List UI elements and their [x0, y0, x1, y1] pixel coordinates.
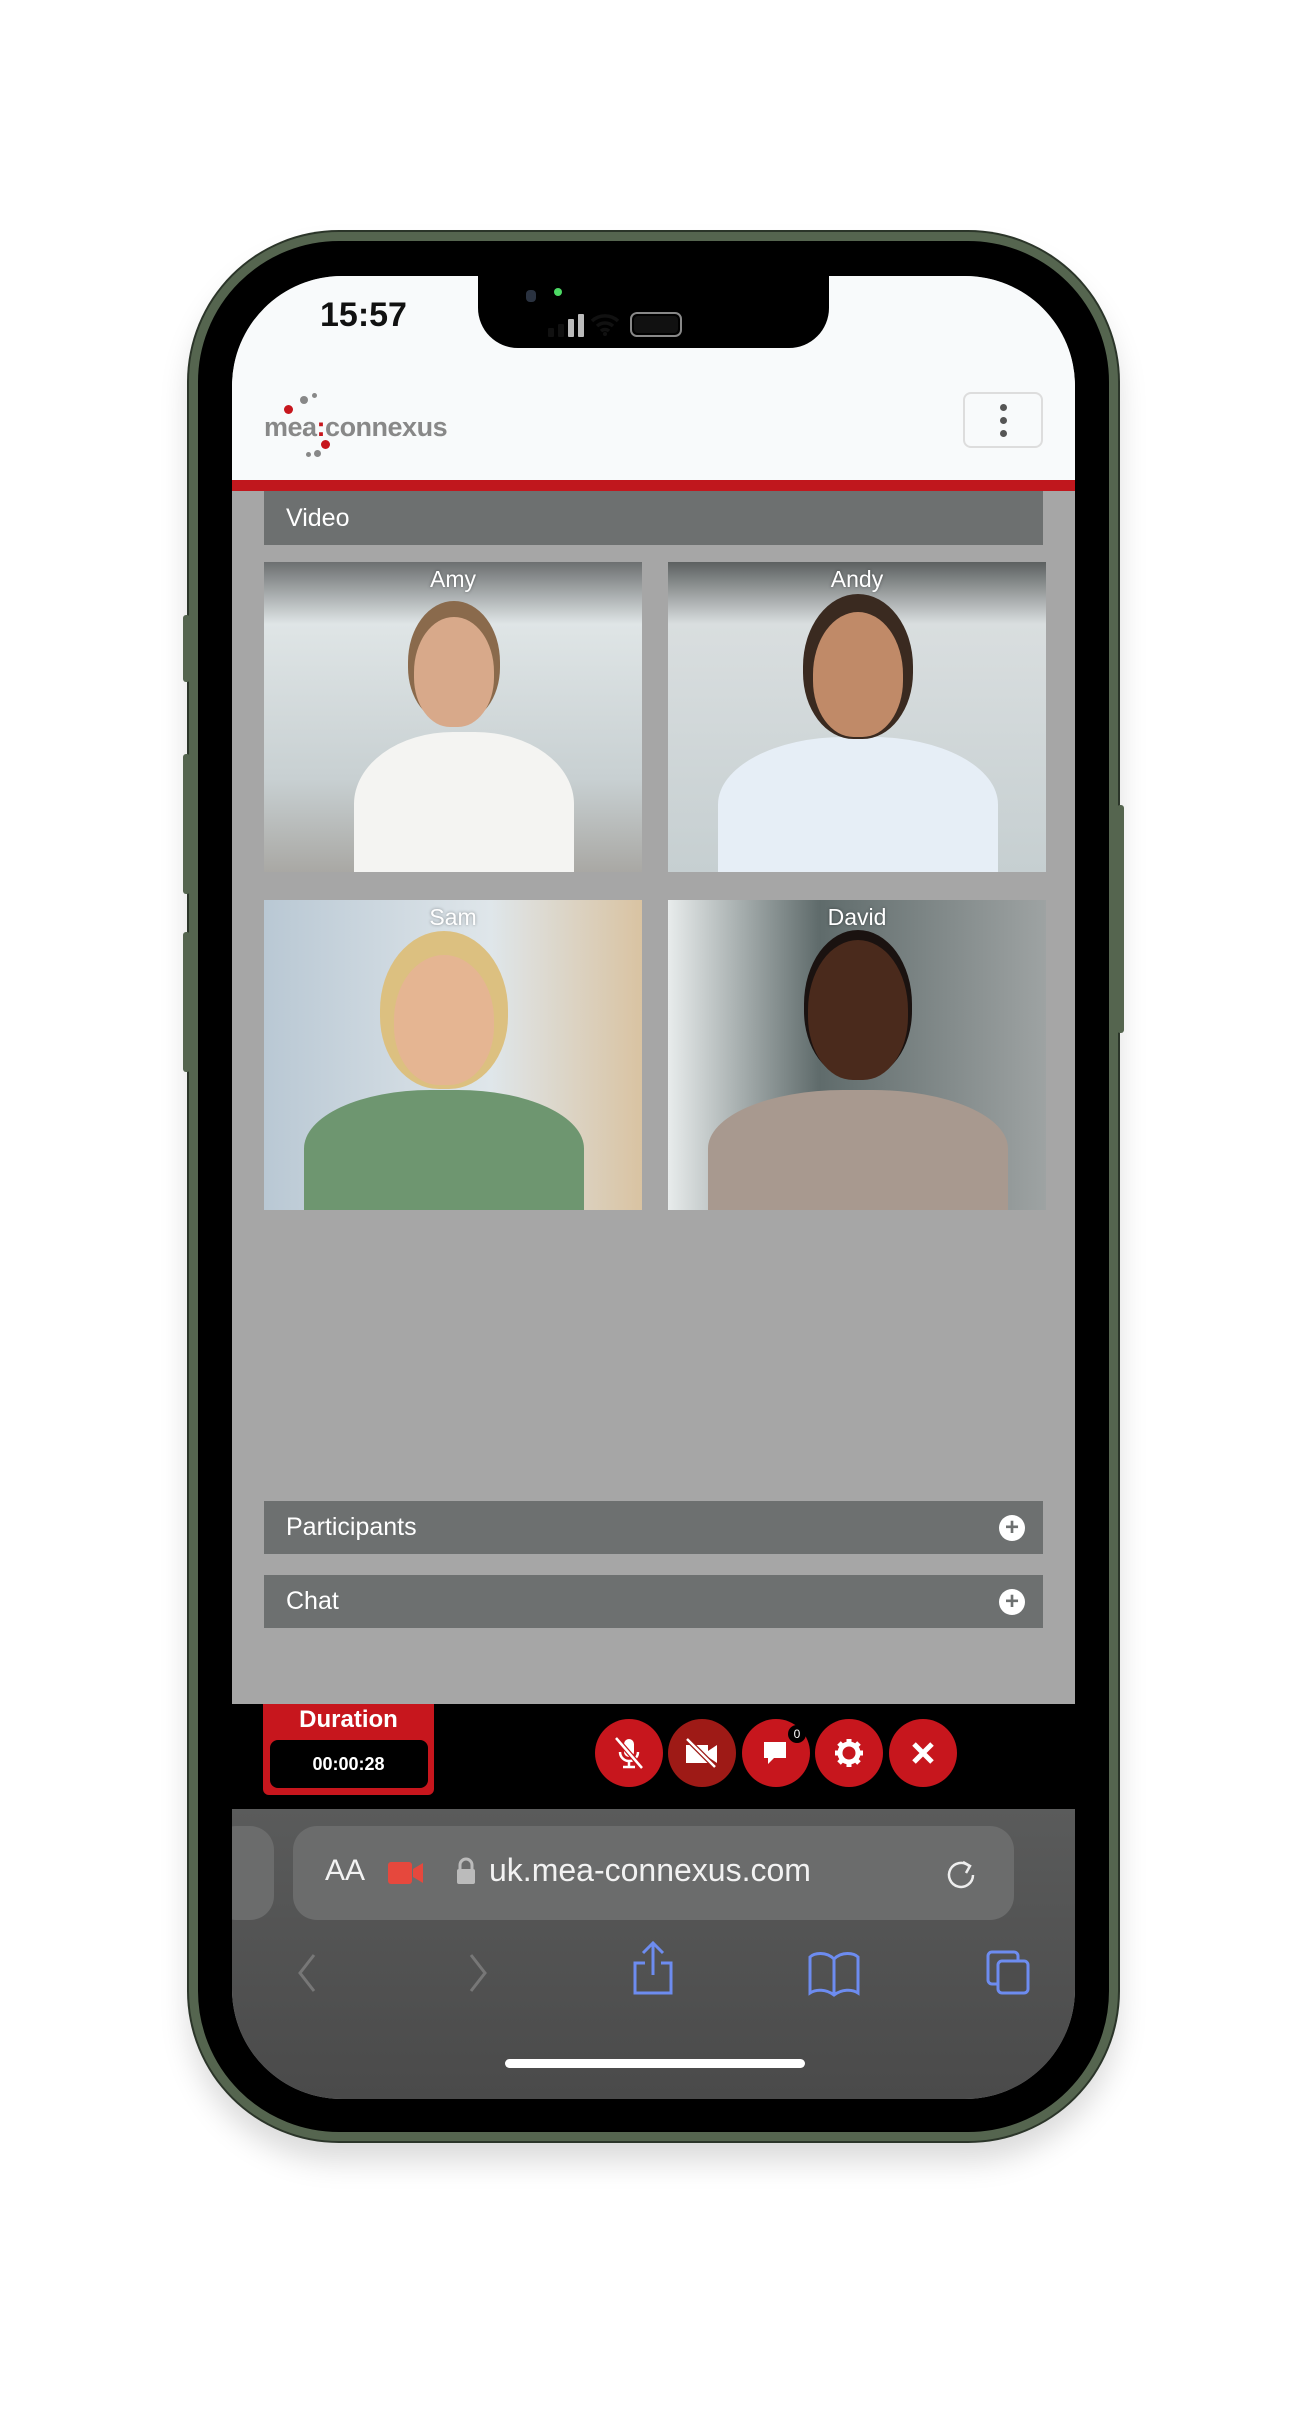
- settings-button[interactable]: [815, 1719, 883, 1787]
- duration-value: 00:00:28: [269, 1740, 428, 1788]
- video-tile-amy[interactable]: Amy: [264, 562, 642, 872]
- lock-icon: [457, 1857, 475, 1884]
- reload-icon[interactable]: [943, 1856, 979, 1892]
- chat-badge: 0: [788, 1725, 806, 1743]
- power-button: [1117, 805, 1124, 1033]
- camera-indicator: [554, 288, 562, 296]
- chat-icon: [764, 1742, 786, 1764]
- text-size-button[interactable]: AA: [325, 1854, 365, 1888]
- call-controls-bar: Duration 00:00:28 0: [232, 1704, 1075, 1809]
- participant-name: Sam: [429, 904, 477, 930]
- camera-off-icon: [685, 1737, 717, 1769]
- screen: 15:57 mea:connexus Video Amy Andy Sam Da…: [232, 276, 1075, 2099]
- mute-switch: [183, 615, 190, 682]
- share-icon[interactable]: [629, 1941, 677, 1997]
- duration-box: Duration 00:00:28: [263, 1704, 434, 1795]
- address-bar[interactable]: AA uk.mea-connexus.com: [293, 1826, 1014, 1920]
- expand-plus-icon[interactable]: +: [999, 1588, 1025, 1615]
- video-tile-david[interactable]: David: [668, 900, 1046, 1210]
- settings-icon: [835, 1739, 863, 1767]
- end-call-button[interactable]: [889, 1719, 957, 1787]
- status-time: 15:57: [320, 296, 407, 334]
- expand-plus-icon[interactable]: +: [999, 1514, 1025, 1541]
- participant-name: David: [827, 904, 887, 930]
- battery-icon: [630, 312, 682, 337]
- brand-divider: [232, 480, 1075, 491]
- video-section-header: Video: [264, 491, 1043, 545]
- duration-label: Duration: [299, 1706, 398, 1733]
- chat-label: Chat: [286, 1587, 339, 1615]
- previous-tab-pill[interactable]: [232, 1826, 274, 1920]
- participants-label: Participants: [286, 1513, 417, 1541]
- chat-panel-header[interactable]: Chat +: [264, 1575, 1043, 1628]
- browser-chrome: AA uk.mea-connexus.com: [232, 1809, 1075, 2099]
- url-text: uk.mea-connexus.com: [489, 1852, 811, 1888]
- signal-icon: [548, 314, 584, 337]
- tabs-icon[interactable]: [985, 1949, 1033, 1997]
- home-indicator: [505, 2059, 805, 2068]
- chat-button[interactable]: 0: [742, 1719, 810, 1787]
- video-title: Video: [286, 503, 350, 532]
- video-tile-sam[interactable]: Sam: [264, 900, 642, 1210]
- participants-panel-header[interactable]: Participants +: [264, 1501, 1043, 1554]
- app-header: 15:57 mea:connexus: [232, 276, 1075, 480]
- bookmarks-icon[interactable]: [806, 1949, 862, 1997]
- participant-name: Amy: [430, 566, 476, 592]
- mic-muted-icon: [614, 1736, 644, 1770]
- wifi-icon: [590, 314, 620, 336]
- camera-toggle-button[interactable]: [668, 1719, 736, 1787]
- back-icon[interactable]: [284, 1949, 332, 1997]
- mute-mic-button[interactable]: [595, 1719, 663, 1787]
- close-icon: [912, 1742, 934, 1764]
- forward-icon[interactable]: [453, 1949, 501, 1997]
- logo: mea:connexus: [264, 388, 484, 458]
- volume-down-button: [183, 932, 190, 1072]
- video-tile-andy[interactable]: Andy: [668, 562, 1046, 872]
- volume-up-button: [183, 754, 190, 894]
- participant-name: Andy: [830, 566, 884, 592]
- camera-in-use-icon: [388, 1862, 423, 1884]
- menu-button[interactable]: [963, 392, 1043, 448]
